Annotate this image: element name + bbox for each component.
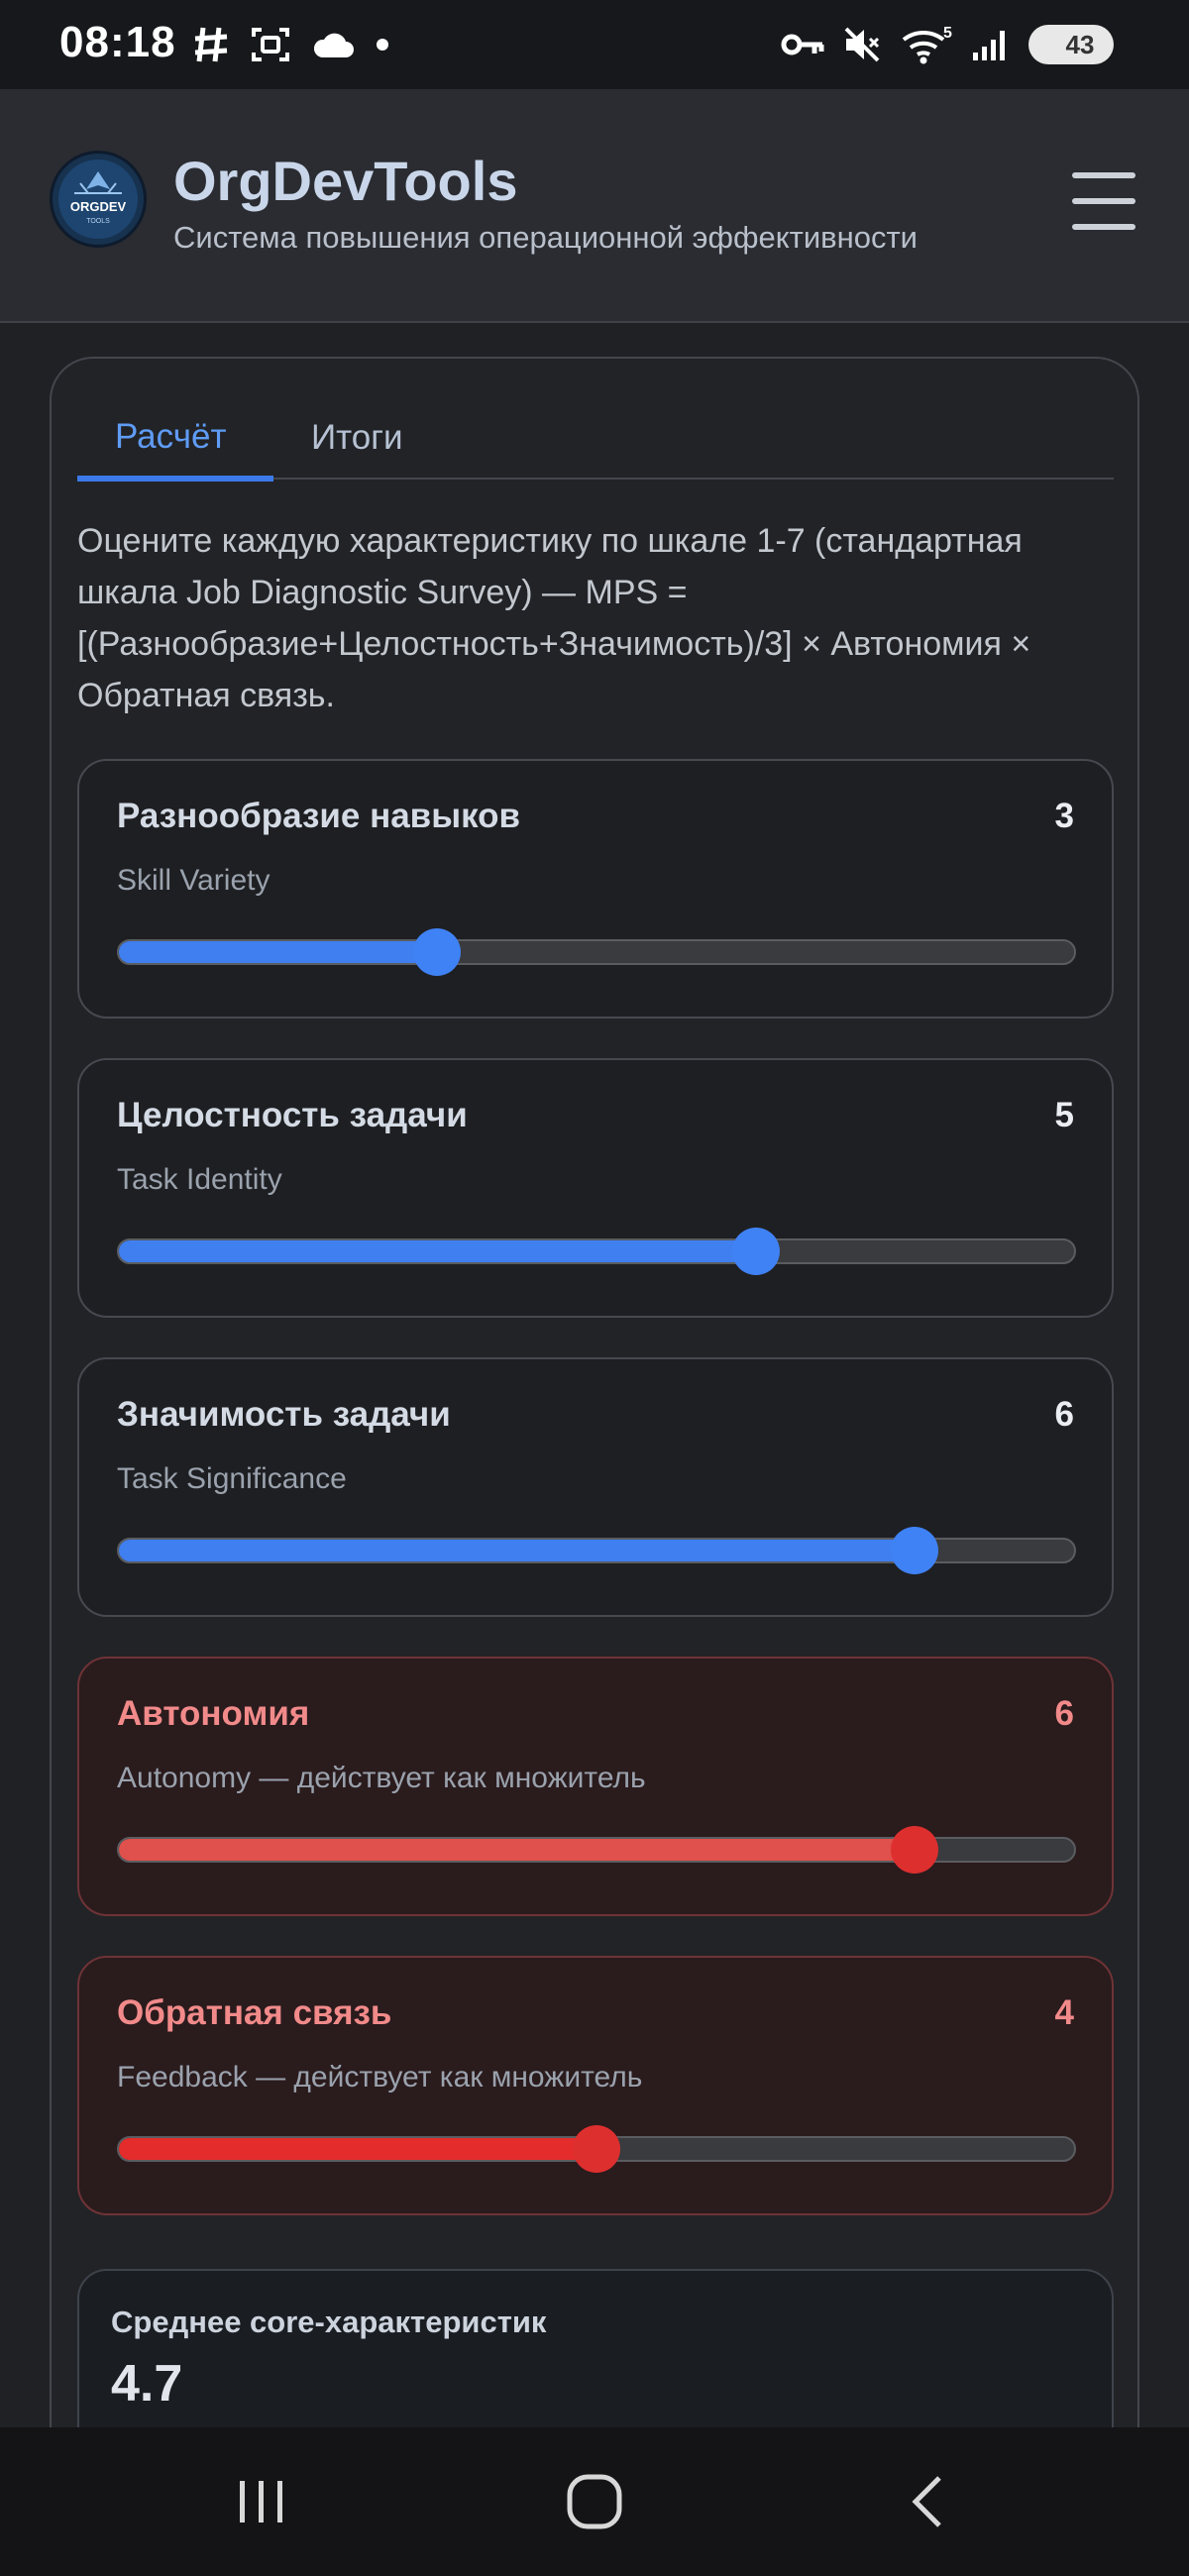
slider-sublabel: Task Identity [117,1163,282,1196]
menu-icon-line [1072,198,1135,204]
task-significance-slider[interactable] [117,1527,1076,1574]
autonomy-slider[interactable] [117,1826,1076,1874]
screenshot-icon [252,28,289,61]
slider-thumb[interactable] [891,1527,939,1574]
mute-icon [844,27,880,62]
status-bar: 08:18 5 43 [0,0,1189,89]
intro-text: Оцените каждую характеристику по шкале 1… [77,522,1031,714]
slider-label: Целостность задачи [117,1096,468,1134]
logo-text: ORGDEV [70,199,127,214]
hamburger-menu-button[interactable] [1066,166,1141,236]
notification-dot-icon [377,39,388,51]
tab-bar: Расчёт Итоги [77,398,1114,482]
wifi-badge: 5 [943,25,952,42]
slider-fill [119,1540,916,1561]
system-navigation-bar [0,2427,1189,2576]
slider-fill [119,1240,756,1262]
menu-icon-line [1072,172,1135,178]
task-identity-slider[interactable] [117,1228,1076,1275]
slider-fill [119,1839,916,1861]
core-average-value: 4.7 [111,2355,183,2413]
slider-fill [119,2138,596,2160]
menu-icon-line [1072,224,1135,230]
slider-sublabel: Task Significance [117,1462,347,1495]
core-average-label: Среднее core-характеристик [111,2305,547,2339]
tab-results[interactable]: Итоги [273,398,441,478]
home-icon [567,2474,622,2529]
slider-sublabel: Feedback — действует как множитель [117,2061,643,2093]
status-right-icons: 5 43 [781,24,1114,65]
slider-thumb[interactable] [891,1826,939,1874]
tab-calculation[interactable]: Расчёт [77,398,273,482]
slider-thumb[interactable] [573,2125,620,2173]
back-chevron-icon [912,2476,941,2527]
slider-value: 5 [1054,1096,1074,1134]
slider-card-feedback: Обратная связь 4 Feedback — действует ка… [77,1956,1114,2215]
back-button[interactable] [848,2427,1007,2576]
slider-value: 3 [1054,797,1074,835]
slider-sublabel: Skill Variety [117,864,270,897]
slider-card-task-identity: Целостность задачи 5 Task Identity [77,1058,1114,1318]
slider-label: Значимость задачи [117,1395,451,1434]
slider-card-task-significance: Значимость задачи 6 Task Significance [77,1357,1114,1617]
status-time: 08:18 [59,18,176,66]
wifi-icon: 5 [902,25,952,64]
signal-icon [973,31,1005,60]
skill-variety-slider[interactable] [117,928,1076,976]
battery-level: 43 [1065,29,1095,59]
calculator-card: Расчёт Итоги Оцените каждую характеристи… [50,357,1139,2576]
slider-card-skill-variety: Разнообразие навыков 3 Skill Variety [77,759,1114,1019]
slider-label: Автономия [117,1694,310,1733]
slider-fill [119,941,438,963]
slider-sublabel: Autonomy — действует как множитель [117,1762,646,1794]
recent-apps-icon [240,2481,282,2522]
slider-value: 4 [1054,1993,1074,2032]
slider-value: 6 [1054,1395,1074,1434]
slider-thumb[interactable] [731,1228,780,1275]
app-subtitle: Система повышения операционной эффективн… [173,220,918,255]
app-title: OrgDevTools [173,150,518,212]
status-left-icons [193,26,389,63]
app-header: ORGDEV TOOLS OrgDevTools Система повышен… [0,89,1189,323]
vpn-key-icon [781,34,824,55]
slider-label: Разнообразие навыков [117,797,521,835]
feedback-slider[interactable] [117,2125,1076,2173]
logo-emblem-icon: ORGDEV TOOLS [58,160,138,239]
slider-card-autonomy: Автономия 6 Autonomy — действует как мно… [77,1657,1114,1916]
home-button[interactable] [515,2427,674,2576]
slider-label: Обратная связь [117,1993,392,2032]
slider-value: 6 [1054,1694,1074,1733]
logo-subtext: TOOLS [86,218,110,225]
battery-indicator: 43 [1028,25,1114,64]
slider-thumb[interactable] [413,928,462,976]
hashtag-app-icon [194,27,228,62]
recent-apps-button[interactable] [182,2427,341,2576]
cloud-icon [313,33,354,57]
app-logo: ORGDEV TOOLS [50,151,147,248]
